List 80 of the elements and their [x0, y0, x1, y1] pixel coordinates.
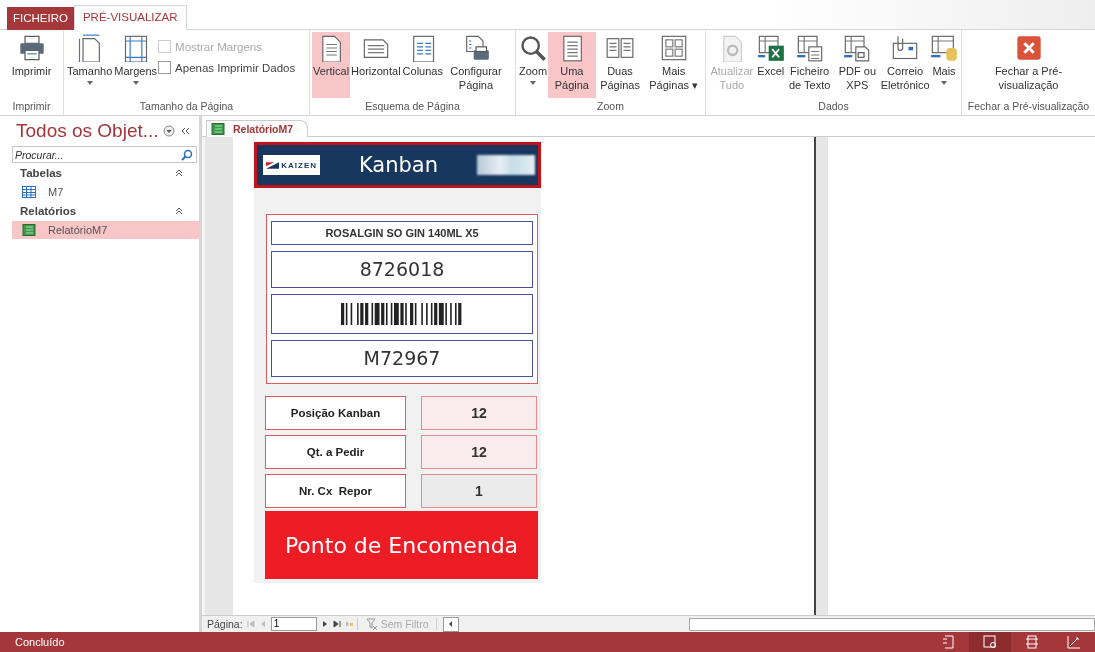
group-label: Zoom — [596, 100, 625, 114]
group-label: Tamanho da Página — [138, 100, 235, 114]
page-label: Página: — [207, 618, 243, 630]
horizontal-scrollbar[interactable] — [443, 616, 460, 632]
excel-export-icon — [756, 34, 785, 62]
pdf-export-icon — [843, 34, 872, 62]
pane-title: Todos os Objet... — [16, 120, 159, 142]
funnel-icon — [365, 618, 378, 630]
field-value: 12 — [421, 435, 537, 469]
object-item[interactable]: RelatórioM7 — [12, 221, 199, 239]
last-page-icon[interactable] — [332, 620, 341, 628]
ribbon-button[interactable]: Duas Páginas — [595, 32, 645, 98]
page-number-field[interactable]: 1 — [270, 617, 317, 631]
document-tab[interactable]: RelatórioM7 — [206, 120, 309, 137]
ribbon-button[interactable]: Tamanho — [66, 32, 114, 98]
field-label: Posição Kanban — [265, 396, 406, 430]
search-icon[interactable] — [181, 148, 193, 161]
object-item[interactable]: M7 — [12, 183, 199, 201]
text-export-icon — [795, 34, 824, 62]
ribbon-tab[interactable]: FICHEIRO — [7, 7, 74, 30]
ribbon-button[interactable]: Imprimir — [10, 32, 53, 98]
ribbon-button[interactable]: Correio Eletrónico — [881, 32, 929, 98]
new-page-icon — [344, 620, 353, 628]
caret-icon — [86, 81, 93, 85]
caret-icon — [941, 81, 947, 85]
flag-icon — [266, 161, 280, 169]
search-icon — [519, 34, 547, 62]
report-icon — [211, 123, 225, 135]
status-text: Concluído — [15, 636, 65, 648]
product-reference: M72967 — [271, 340, 533, 377]
group-header[interactable]: Relatórios — [12, 201, 199, 221]
ribbon-button[interactable]: Excel — [755, 32, 786, 98]
chevron-icon — [175, 207, 183, 215]
field-value: 1 — [421, 474, 537, 508]
ribbon-button[interactable]: Uma Página — [548, 32, 596, 98]
logo: KAIZEN — [263, 155, 320, 175]
checkbox-option[interactable]: Apenas Imprimir Dados — [158, 61, 296, 74]
next-page-icon[interactable] — [320, 620, 329, 628]
caret-icon — [132, 81, 139, 85]
field-label: Nr. Cx Repor — [265, 474, 406, 508]
search-input[interactable]: Procurar... — [13, 148, 181, 161]
field-value: 12 — [421, 396, 537, 430]
filter-status: Sem Filtro — [356, 618, 438, 630]
search-field[interactable]: Procurar... — [12, 146, 197, 163]
ribbon-button[interactable]: Zoom — [518, 32, 548, 98]
ribbon-button[interactable]: Fechar a Pré-visualização — [972, 32, 1085, 98]
group-label: Imprimir — [11, 100, 52, 114]
group-header[interactable]: Tabelas — [12, 163, 199, 183]
blurred-image — [477, 155, 535, 175]
ribbon-button[interactable]: Mais — [929, 32, 959, 98]
group-label: Esquema de Página — [364, 100, 461, 114]
first-page-icon — [246, 620, 255, 628]
ribbon-button[interactable]: Margens — [113, 32, 159, 98]
group-label: Dados — [817, 100, 850, 114]
database-export-icon — [930, 34, 958, 62]
ribbon-button[interactable]: Colunas — [401, 32, 444, 98]
ribbon-button[interactable]: Mais Páginas ▾ — [644, 32, 703, 98]
table-icon — [22, 186, 36, 198]
product-name: ROSALGIN SO GIN 140ML X5 — [271, 221, 533, 245]
close-icon — [1014, 34, 1043, 62]
caret-icon — [530, 81, 536, 85]
report-icon — [22, 224, 36, 236]
dropdown-circle-icon[interactable] — [162, 125, 175, 137]
ribbon-button[interactable]: Configurar Página — [443, 32, 508, 98]
ribbon-button[interactable]: Ficheiro de Texto — [785, 32, 834, 98]
field-label: Qt. a Pedir — [265, 435, 406, 469]
chevron-icon — [175, 169, 183, 177]
ribbon-button[interactable]: Horizontal — [350, 32, 402, 98]
printer-icon — [17, 34, 46, 62]
vertical-scrollbar[interactable] — [816, 137, 828, 615]
product-code: 8726018 — [271, 251, 533, 288]
ribbon-tab[interactable]: PRÉ-VISUALIZAR — [73, 5, 187, 30]
ribbon-button[interactable]: PDF ou XPS — [833, 32, 882, 98]
print-preview-icon[interactable] — [969, 632, 1011, 652]
ribbon-button[interactable]: Vertical — [312, 32, 351, 98]
alert-banner: Ponto de Encomenda — [265, 511, 538, 579]
envelope-icon — [891, 34, 920, 62]
report-title: Kanban — [357, 153, 440, 177]
group-label: Fechar a Pré-visualização — [966, 100, 1091, 114]
four-pages-icon — [659, 34, 688, 62]
